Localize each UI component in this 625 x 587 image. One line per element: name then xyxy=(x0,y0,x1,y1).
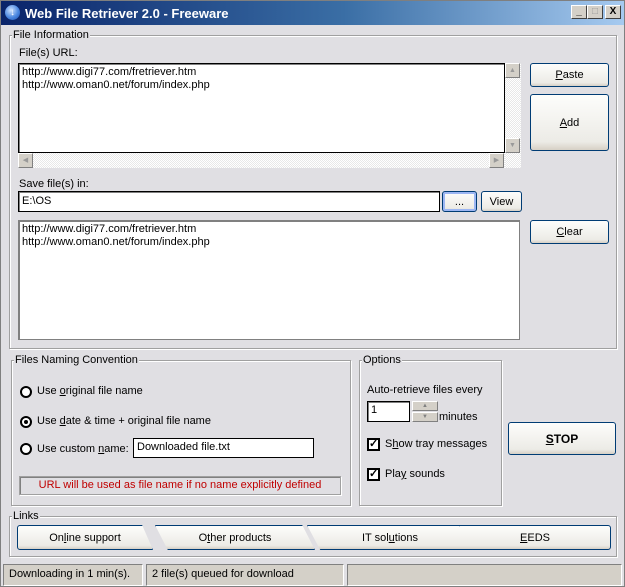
label-part: riginal file name xyxy=(65,385,143,397)
status-queue-count: 2 file(s) queued for download xyxy=(146,564,344,586)
scroll-up-button[interactable]: ▲ xyxy=(505,63,520,78)
paste-button[interactable]: Paste xyxy=(530,63,609,87)
download-arrow-icon: ↓ xyxy=(5,5,20,20)
queue-entry[interactable]: http://www.oman0.net/forum/index.php xyxy=(22,236,516,249)
naming-note: URL will be used as file name if no name… xyxy=(19,476,341,495)
radio-label[interactable]: Use original file name xyxy=(37,385,143,397)
custom-name-input[interactable]: Downloaded file.txt xyxy=(133,438,314,458)
label-part: TOP xyxy=(553,431,579,446)
save-location-label: Save file(s) in: xyxy=(19,178,89,190)
add-button[interactable]: Add xyxy=(530,94,609,151)
radio-button[interactable] xyxy=(20,443,32,455)
label-part: ate & time + original file name xyxy=(65,415,211,427)
status-empty-panel xyxy=(347,564,622,586)
title-bar[interactable]: ↓ Web File Retriever 2.0 - Freeware _ □ … xyxy=(1,1,624,25)
group-label: Options xyxy=(362,353,402,367)
horizontal-scrollbar[interactable] xyxy=(18,153,505,168)
auto-retrieve-label: Auto-retrieve files every xyxy=(367,384,483,396)
maximize-button[interactable]: □ xyxy=(587,5,603,19)
spin-up-button[interactable]: ▲ xyxy=(412,401,438,411)
group-label: Files Naming Convention xyxy=(14,353,139,367)
label-part: O xyxy=(198,531,208,544)
label-part: Pla xyxy=(385,468,401,480)
link-eeds[interactable]: E EDS xyxy=(459,525,611,550)
interval-unit-label: minutes xyxy=(439,411,478,423)
checkbox-checked[interactable]: ✓ xyxy=(367,468,380,481)
radio-label[interactable]: Use custom name: xyxy=(37,443,129,455)
checkbox-label[interactable]: Play sounds xyxy=(385,468,445,480)
download-queue-list[interactable]: http://www.digi77.com/fretriever.htm htt… xyxy=(18,220,520,340)
urls-label: File(s) URL: xyxy=(19,47,78,59)
status-bar: Downloading in 1 min(s). 2 file(s) queue… xyxy=(1,564,624,586)
stop-button[interactable]: S TOP xyxy=(508,422,616,455)
queue-entry[interactable]: http://www.digi77.com/fretriever.htm xyxy=(22,223,516,236)
browse-button[interactable]: ... xyxy=(442,191,477,212)
label-part: lear xyxy=(564,226,583,238)
spin-down-button[interactable]: ▼ xyxy=(412,412,438,422)
link-other-products[interactable]: Ot her products xyxy=(155,525,315,550)
label-part: ine support xyxy=(66,531,121,544)
label-part: Use xyxy=(37,385,60,397)
link-online-support[interactable]: On l ine support xyxy=(17,525,153,550)
url-entry: http://www.oman0.net/forum/index.php xyxy=(22,79,210,91)
label-part: On xyxy=(49,531,64,544)
accelerator-key: P xyxy=(555,69,563,81)
save-path-input[interactable]: E:\OS xyxy=(18,191,440,212)
urls-textarea[interactable]: http://www.digi77.com/fretriever.htm htt… xyxy=(18,63,505,153)
scroll-down-button[interactable]: ▼ xyxy=(505,138,520,153)
label-part: ow tray messages xyxy=(398,438,488,450)
radio-label[interactable]: Use date & time + original file name xyxy=(37,415,211,427)
minimize-button[interactable]: _ xyxy=(571,5,587,19)
view-button[interactable]: View xyxy=(481,191,522,212)
status-countdown: Downloading in 1 min(s). xyxy=(3,564,143,586)
accelerator-key: C xyxy=(556,226,565,238)
interval-input[interactable]: 1 xyxy=(367,401,410,422)
group-label: Links xyxy=(12,509,40,523)
group-label: File Information xyxy=(12,28,90,42)
label-part: ame: xyxy=(104,443,129,455)
label-part: tions xyxy=(394,531,419,544)
accelerator-key: S xyxy=(545,431,554,446)
radio-button-selected[interactable] xyxy=(20,416,32,428)
clear-button[interactable]: Clear xyxy=(530,220,609,244)
scroll-right-button[interactable]: ▶ xyxy=(489,153,504,168)
checkbox-label[interactable]: Show tray messages xyxy=(385,438,487,450)
close-button[interactable]: X xyxy=(605,5,621,19)
label-part: aste xyxy=(562,69,584,81)
label-part: Use custom xyxy=(37,443,99,455)
main-window: ↓ Web File Retriever 2.0 - Freeware _ □ … xyxy=(0,0,625,587)
label-part: Use xyxy=(37,415,60,427)
url-entry: http://www.digi77.com/fretriever.htm xyxy=(22,66,197,78)
label-part: sounds xyxy=(406,468,445,480)
options-group: Options xyxy=(359,353,502,506)
radio-button[interactable] xyxy=(20,386,32,398)
window-title: Web File Retriever 2.0 - Freeware xyxy=(25,6,229,21)
label-part: her products xyxy=(210,531,272,544)
accelerator-key: E xyxy=(520,531,528,544)
label-part: IT sol xyxy=(361,531,389,544)
label-part: EDS xyxy=(527,531,550,544)
checkbox-checked[interactable]: ✓ xyxy=(367,438,380,451)
link-it-solutions[interactable]: IT sol u tions xyxy=(307,525,473,550)
accelerator-key: A xyxy=(559,116,568,129)
scroll-left-button[interactable]: ◀ xyxy=(18,153,33,168)
label-part: dd xyxy=(567,116,580,129)
